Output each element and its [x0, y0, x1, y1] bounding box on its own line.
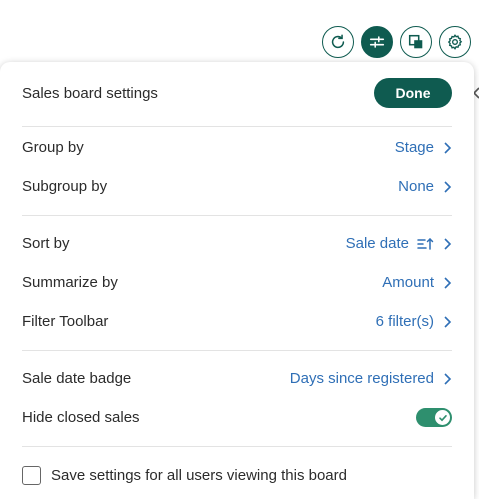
grouping-section: Group by Stage Subgroup by None — [22, 127, 452, 215]
chevron-right-icon — [442, 237, 452, 250]
group-by-value[interactable]: Stage — [395, 139, 452, 156]
filter-toolbar-label: Filter Toolbar — [22, 313, 109, 330]
summarize-by-value-text: Amount — [382, 274, 434, 291]
subgroup-by-value-text: None — [398, 178, 434, 195]
board-settings-button[interactable] — [361, 26, 393, 58]
group-by-row[interactable]: Group by Stage — [22, 128, 452, 167]
hide-closed-sales-toggle[interactable] — [416, 408, 452, 427]
chevron-right-icon — [442, 276, 452, 289]
subgroup-by-row[interactable]: Subgroup by None — [22, 167, 452, 206]
chevron-right-icon — [442, 180, 452, 193]
chevron-right-icon — [442, 141, 452, 154]
refresh-button[interactable] — [322, 26, 354, 58]
board-settings-panel: Sales board settings Done Group by Stage… — [0, 62, 474, 499]
sorting-section: Sort by Sale date Summarize by Amount Fi… — [22, 216, 452, 350]
sliders-icon — [368, 33, 386, 51]
gear-icon — [446, 33, 464, 51]
group-by-label: Group by — [22, 139, 84, 156]
filter-toolbar-value[interactable]: 6 filter(s) — [376, 313, 452, 330]
chevron-right-icon — [442, 372, 452, 385]
summarize-by-value[interactable]: Amount — [382, 274, 452, 291]
group-by-value-text: Stage — [394, 139, 434, 156]
layers-icon — [407, 33, 425, 51]
sort-by-label: Sort by — [22, 235, 70, 252]
subgroup-by-value[interactable]: None — [398, 178, 452, 195]
panel-title: Sales board settings — [22, 84, 158, 102]
save-for-all-checkbox[interactable] — [22, 465, 41, 485]
panel-header: Sales board settings Done — [22, 62, 452, 126]
summarize-by-label: Summarize by — [22, 274, 118, 291]
refresh-icon — [329, 33, 347, 51]
save-for-all-label[interactable]: Save settings for all users viewing this… — [51, 467, 347, 484]
chevron-right-icon — [442, 315, 452, 328]
layout-button[interactable] — [400, 26, 432, 58]
sort-by-value[interactable]: Sale date — [346, 235, 452, 252]
filter-toolbar-row[interactable]: Filter Toolbar 6 filter(s) — [22, 302, 452, 341]
hide-closed-sales-row: Hide closed sales — [22, 398, 452, 437]
board-toolbar — [322, 26, 471, 58]
check-icon — [435, 410, 450, 425]
hide-closed-sales-label: Hide closed sales — [22, 409, 140, 426]
gear-button[interactable] — [439, 26, 471, 58]
sort-by-row[interactable]: Sort by Sale date — [22, 224, 452, 263]
sort-by-value-text: Sale date — [345, 235, 409, 252]
sale-date-badge-row[interactable]: Sale date badge Days since registered — [22, 359, 452, 398]
filter-toolbar-value-text: 6 filter(s) — [375, 313, 434, 330]
sale-date-badge-value[interactable]: Days since registered — [290, 370, 452, 387]
sort-ascending-icon[interactable] — [417, 237, 434, 251]
summarize-by-row[interactable]: Summarize by Amount — [22, 263, 452, 302]
save-for-all-row: Save settings for all users viewing this… — [22, 447, 452, 499]
done-button[interactable]: Done — [374, 78, 452, 108]
sale-date-badge-label: Sale date badge — [22, 370, 132, 387]
display-section: Sale date badge Days since registered Hi… — [22, 351, 452, 446]
sale-date-badge-value-text: Days since registered — [289, 370, 434, 387]
subgroup-by-label: Subgroup by — [22, 178, 108, 195]
